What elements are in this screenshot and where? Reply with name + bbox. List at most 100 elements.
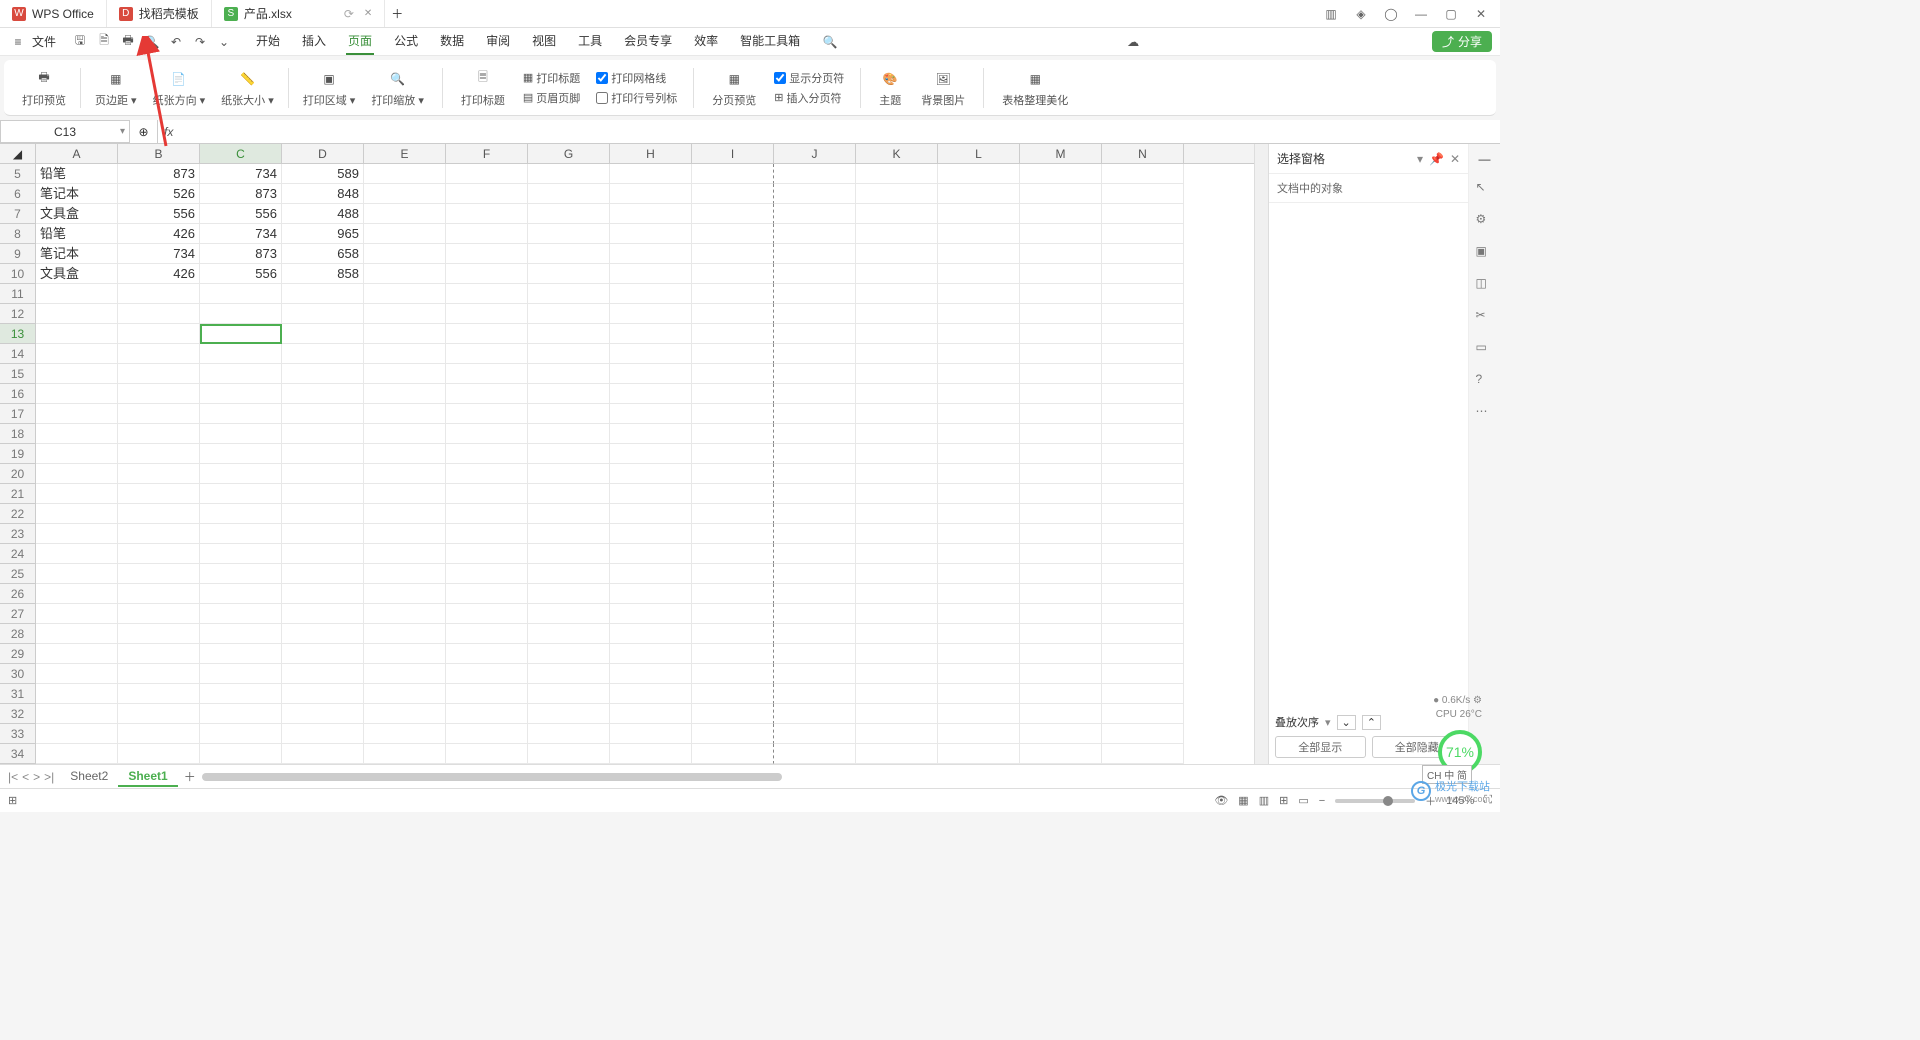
close-window-icon[interactable]: ✕ xyxy=(1474,7,1488,21)
cell[interactable] xyxy=(446,724,528,744)
cell[interactable] xyxy=(446,624,528,644)
cell[interactable] xyxy=(528,224,610,244)
cell[interactable] xyxy=(200,424,282,444)
cell[interactable] xyxy=(118,324,200,344)
ribbon-打印区域[interactable]: ▣打印区域 ▾ xyxy=(295,68,364,108)
cell[interactable] xyxy=(938,364,1020,384)
row-header[interactable]: 27 xyxy=(0,604,36,624)
cell[interactable] xyxy=(528,484,610,504)
cell[interactable]: 488 xyxy=(282,204,364,224)
row-header[interactable]: 13 xyxy=(0,324,36,344)
col-header-A[interactable]: A xyxy=(36,144,118,163)
cell[interactable] xyxy=(36,544,118,564)
cell[interactable] xyxy=(1020,444,1102,464)
sheet-tab-Sheet2[interactable]: Sheet2 xyxy=(60,767,118,787)
cell[interactable] xyxy=(1020,424,1102,444)
cell[interactable] xyxy=(200,664,282,684)
cell[interactable]: 笔记本 xyxy=(36,244,118,264)
cell[interactable] xyxy=(1102,164,1184,184)
ribbon-beautify[interactable]: ▦表格整理美化 xyxy=(994,68,1076,108)
row-header[interactable]: 16 xyxy=(0,384,36,404)
chart-icon[interactable]: ◫ xyxy=(1476,276,1494,294)
cell[interactable] xyxy=(118,284,200,304)
cell[interactable] xyxy=(856,304,938,324)
cell[interactable] xyxy=(610,324,692,344)
cell[interactable] xyxy=(692,644,774,664)
ribbon-header-footer[interactable]: ▤ 页眉页脚 xyxy=(523,90,580,106)
cell[interactable] xyxy=(856,744,938,764)
pagebreak-view-icon[interactable]: ⊞ xyxy=(1279,794,1288,807)
cell[interactable] xyxy=(1020,284,1102,304)
menu-公式[interactable]: 公式 xyxy=(392,28,420,55)
cell[interactable]: 873 xyxy=(200,244,282,264)
cell[interactable] xyxy=(364,524,446,544)
cell[interactable] xyxy=(446,524,528,544)
cell[interactable] xyxy=(938,384,1020,404)
cell[interactable] xyxy=(364,484,446,504)
layers-icon[interactable]: ▣ xyxy=(1476,244,1494,262)
cell[interactable] xyxy=(282,344,364,364)
cell[interactable] xyxy=(282,564,364,584)
cell[interactable] xyxy=(282,684,364,704)
cell[interactable] xyxy=(282,524,364,544)
minimize-icon[interactable]: — xyxy=(1414,7,1428,21)
vertical-scrollbar[interactable] xyxy=(1254,144,1268,764)
sheet-tab-Sheet1[interactable]: Sheet1 xyxy=(118,767,177,787)
cell[interactable] xyxy=(692,284,774,304)
cell[interactable] xyxy=(692,244,774,264)
cell[interactable] xyxy=(528,204,610,224)
cell[interactable] xyxy=(774,164,856,184)
menu-会员专享[interactable]: 会员专享 xyxy=(622,28,674,55)
cell[interactable] xyxy=(1020,524,1102,544)
menu-视图[interactable]: 视图 xyxy=(530,28,558,55)
cell[interactable] xyxy=(938,644,1020,664)
cell[interactable] xyxy=(856,164,938,184)
col-header-K[interactable]: K xyxy=(856,144,938,163)
row-header[interactable]: 18 xyxy=(0,424,36,444)
cell[interactable] xyxy=(364,624,446,644)
cell[interactable] xyxy=(938,204,1020,224)
cell[interactable] xyxy=(282,624,364,644)
row-header[interactable]: 21 xyxy=(0,484,36,504)
cell[interactable] xyxy=(528,324,610,344)
cell[interactable] xyxy=(610,684,692,704)
cell[interactable] xyxy=(1102,324,1184,344)
cell[interactable] xyxy=(200,304,282,324)
cell[interactable] xyxy=(692,564,774,584)
cell[interactable] xyxy=(282,744,364,764)
cell[interactable] xyxy=(282,424,364,444)
cell[interactable] xyxy=(36,744,118,764)
cell[interactable]: 426 xyxy=(118,264,200,284)
cell[interactable] xyxy=(446,744,528,764)
row-header[interactable]: 5 xyxy=(0,164,36,184)
cell[interactable] xyxy=(446,204,528,224)
cell[interactable] xyxy=(610,344,692,364)
cell[interactable] xyxy=(282,704,364,724)
cell[interactable] xyxy=(774,704,856,724)
show-all-button[interactable]: 全部显示 xyxy=(1275,736,1366,758)
cell[interactable] xyxy=(282,664,364,684)
cell[interactable] xyxy=(36,384,118,404)
cell[interactable] xyxy=(118,744,200,764)
cell[interactable] xyxy=(528,444,610,464)
cell[interactable] xyxy=(856,524,938,544)
cell[interactable] xyxy=(1102,724,1184,744)
cell[interactable] xyxy=(446,264,528,284)
cell[interactable] xyxy=(118,664,200,684)
cell[interactable] xyxy=(528,524,610,544)
zoom-out-icon[interactable]: − xyxy=(1319,795,1325,807)
cell[interactable] xyxy=(528,544,610,564)
cell[interactable] xyxy=(774,284,856,304)
cell[interactable] xyxy=(446,364,528,384)
cell[interactable] xyxy=(774,304,856,324)
cell[interactable] xyxy=(692,184,774,204)
row-header[interactable]: 10 xyxy=(0,264,36,284)
maximize-icon[interactable]: ▢ xyxy=(1444,7,1458,21)
cell[interactable] xyxy=(528,464,610,484)
cell[interactable] xyxy=(1020,624,1102,644)
cell[interactable] xyxy=(938,164,1020,184)
cell[interactable] xyxy=(692,164,774,184)
cell[interactable] xyxy=(692,384,774,404)
cell[interactable] xyxy=(774,524,856,544)
hamburger-icon[interactable]: ≡ xyxy=(8,32,28,52)
